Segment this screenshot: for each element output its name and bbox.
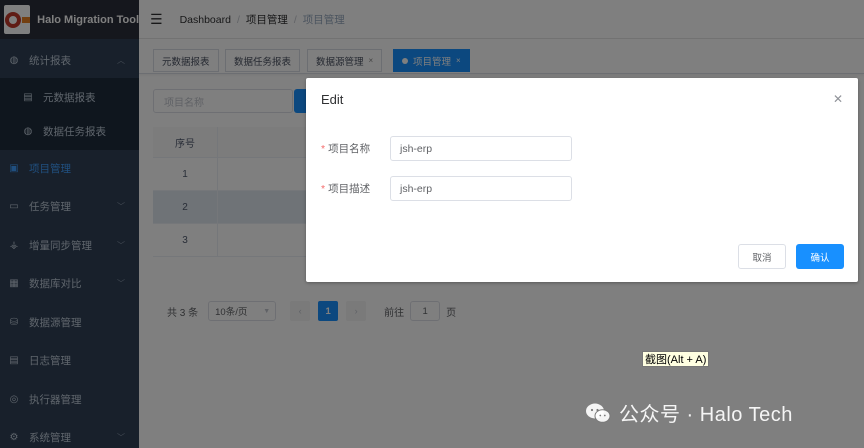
cancel-button[interactable]: 取消 [738,244,786,269]
screenshot-tooltip: 截图(Alt + A) [642,351,710,367]
required-asterisk: * [321,183,326,195]
required-asterisk: * [321,143,326,155]
dialog-title: Edit [321,92,344,107]
project-desc-label: * 项目描述 [321,181,370,196]
close-icon[interactable]: ✕ [833,92,843,106]
label-text: 项目描述 [328,183,371,195]
input-value: jsh-erp [400,182,433,195]
input-value: jsh-erp [400,142,433,155]
project-name-label: * 项目名称 [321,141,370,156]
watermark-text: 公众号 · Halo Tech [619,404,793,426]
confirm-button[interactable]: 确认 [796,244,844,269]
project-name-input[interactable]: jsh-erp [390,136,572,161]
watermark: 公众号 · Halo Tech [585,398,793,427]
edit-dialog: Edit ✕ * 项目名称 jsh-erp * 项目描述 jsh-erp 取消 确认 [306,78,858,282]
label-text: 项目名称 [328,143,371,155]
project-desc-input[interactable]: jsh-erp [390,176,572,201]
wechat-icon [586,403,611,423]
